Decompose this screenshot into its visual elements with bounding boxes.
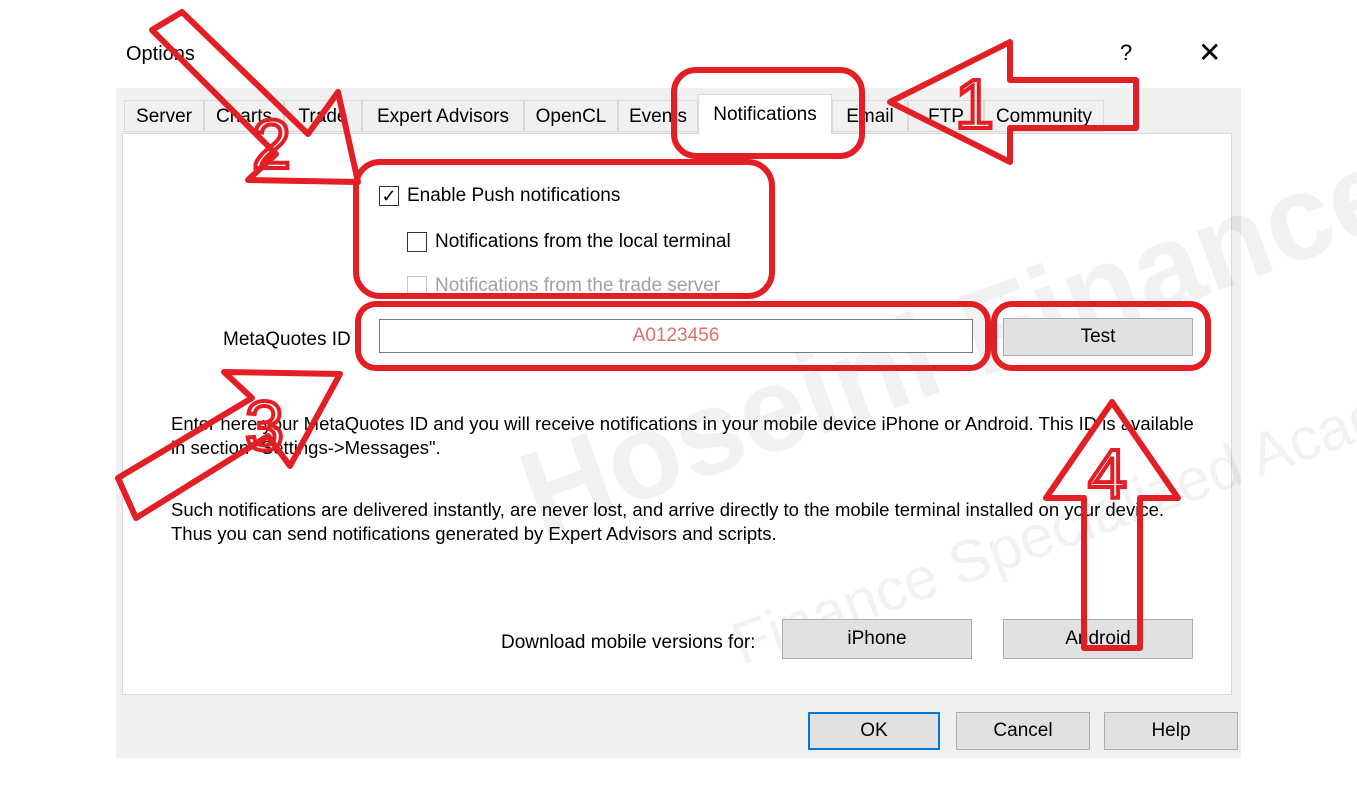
- tab-notifications[interactable]: Notifications: [698, 94, 832, 134]
- tab-community[interactable]: Community: [984, 100, 1104, 132]
- help-button[interactable]: Help: [1104, 712, 1238, 750]
- trade-server-label: Notifications from the trade server: [435, 275, 721, 296]
- notifications-panel: Hoseini Finance Finance Specialized Acad…: [122, 121, 1357, 695]
- checkbox-checked-icon[interactable]: ✓: [379, 186, 399, 206]
- checkbox-unchecked-icon[interactable]: [407, 232, 427, 252]
- tab-opencl[interactable]: OpenCL: [524, 100, 618, 132]
- tab-charts[interactable]: Charts: [204, 100, 284, 132]
- cancel-button[interactable]: Cancel: [956, 712, 1090, 750]
- tab-email[interactable]: Email: [832, 100, 908, 132]
- local-terminal-checkbox[interactable]: Notifications from the local terminal: [407, 231, 731, 253]
- test-button[interactable]: Test: [1003, 318, 1193, 356]
- download-label: Download mobile versions for:: [501, 632, 756, 653]
- checkbox-disabled-icon: [407, 276, 427, 296]
- options-dialog: Options ? ✕ Server Charts Trade Expert A…: [116, 28, 1357, 758]
- info-paragraph-2: Such notifications are delivered instant…: [171, 499, 1164, 544]
- help-icon[interactable]: ?: [1120, 40, 1132, 66]
- info-paragraph-1: Enter here your MetaQuotes ID and you wi…: [171, 413, 1194, 458]
- tab-expert-advisors[interactable]: Expert Advisors: [362, 100, 524, 132]
- iphone-button[interactable]: iPhone: [782, 619, 972, 659]
- trade-server-checkbox: Notifications from the trade server: [407, 275, 720, 297]
- tab-ftp[interactable]: FTP: [908, 100, 984, 132]
- window-title: Options: [126, 43, 195, 65]
- tab-server[interactable]: Server: [124, 100, 204, 132]
- ok-button[interactable]: OK: [808, 712, 940, 750]
- enable-push-label: Enable Push notifications: [407, 185, 621, 206]
- title-bar: Options ? ✕: [116, 28, 1241, 88]
- tab-events[interactable]: Events: [618, 100, 698, 132]
- android-button[interactable]: Android: [1003, 619, 1193, 659]
- local-terminal-label: Notifications from the local terminal: [435, 231, 731, 252]
- tab-trade[interactable]: Trade: [284, 100, 362, 132]
- enable-push-checkbox[interactable]: ✓ Enable Push notifications: [379, 185, 620, 207]
- close-icon[interactable]: ✕: [1198, 36, 1221, 69]
- metaquotes-id-label: MetaQuotes ID: [223, 329, 351, 350]
- metaquotes-id-input[interactable]: A0123456: [379, 319, 973, 353]
